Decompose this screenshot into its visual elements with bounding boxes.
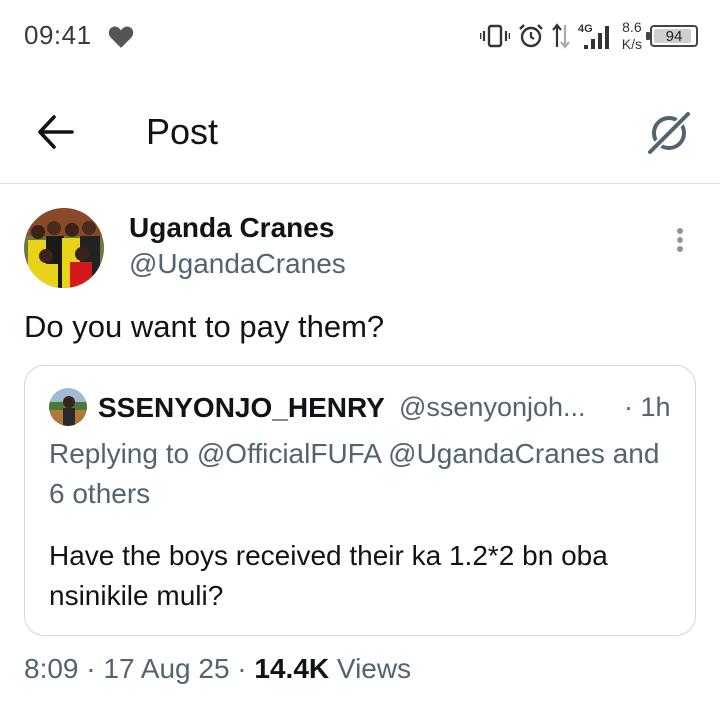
quoted-avatar	[49, 388, 87, 426]
quoted-post[interactable]: SSENYONJO_HENRY @ssenyonjoh... · 1h Repl…	[24, 365, 696, 636]
quoted-text: Have the boys received their ka 1.2*2 bn…	[49, 540, 608, 611]
avatar[interactable]	[24, 208, 104, 288]
page-title: Post	[146, 111, 219, 152]
header-divider	[0, 183, 720, 184]
signal-icon: 4G	[578, 23, 609, 49]
author-handle[interactable]: @UgandaCranes	[129, 248, 346, 280]
status-bar: 09:41 4G 8.6 K/s 94	[0, 0, 720, 72]
quoted-author-handle: @ssenyonjoh...	[399, 392, 586, 422]
speed-unit: K/s	[621, 36, 642, 52]
battery-icon: 94	[646, 25, 698, 47]
back-arrow-icon[interactable]	[32, 112, 80, 152]
network-type: 4G	[578, 23, 593, 35]
post-header: Post	[0, 90, 720, 182]
post-text: Do you want to pay them?	[24, 309, 385, 344]
quoted-timestamp: · 1h	[624, 392, 671, 422]
post-meta: 8:09 · 17 Aug 25 · 14.4K Views	[24, 653, 412, 684]
speed-value: 8.6	[622, 19, 642, 35]
status-time: 09:41	[24, 20, 92, 50]
post-time: 8:09	[24, 653, 79, 684]
author-name[interactable]: Uganda Cranes	[129, 212, 334, 244]
vibrate-icon	[479, 24, 510, 48]
heart-icon	[108, 26, 134, 48]
grok-icon[interactable]	[644, 108, 694, 158]
alarm-icon	[518, 24, 543, 48]
post-date: 17 Aug 25	[103, 653, 230, 684]
quoted-author-name: SSENYONJO_HENRY	[98, 392, 385, 423]
status-icons: 4G 8.6 K/s 94	[479, 14, 698, 58]
network-speed: 8.6 K/s	[622, 19, 642, 53]
replying-to: Replying to @OfficialFUFA @UgandaCranes …	[49, 438, 660, 509]
battery-level: 94	[665, 27, 683, 45]
more-vertical-icon[interactable]	[666, 224, 694, 256]
views-count[interactable]: 14.4K	[254, 653, 329, 684]
data-transfer-icon	[551, 23, 570, 49]
views-label[interactable]: Views	[337, 653, 411, 684]
